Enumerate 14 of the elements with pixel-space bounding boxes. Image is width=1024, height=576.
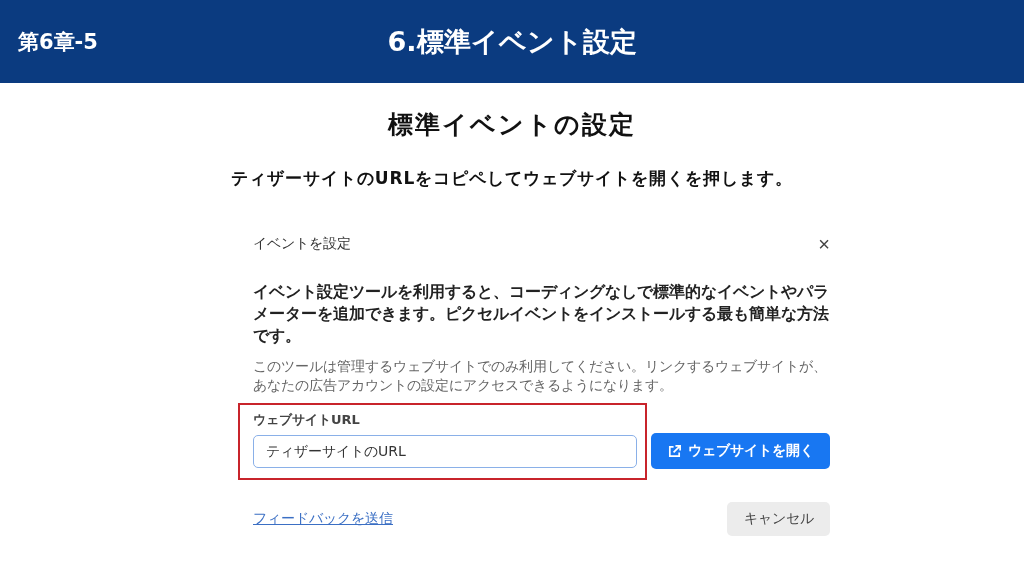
chapter-label: 第6章-5 [18, 28, 98, 56]
external-link-icon [667, 443, 683, 459]
slide-title: 6.標準イベント設定 [387, 24, 637, 59]
instruction-text: ティザーサイトのURLをコピペしてウェブサイトを開くを押します。 [229, 167, 795, 190]
url-input-field[interactable]: ティザーサイトのURL [253, 435, 638, 468]
cancel-button[interactable]: キャンセル [727, 502, 830, 536]
note-paragraph: このツールは管理するウェブサイトでのみ利用してください。リンクするウェブサイトが、あなたの広告アカウントの設定にアクセスできるようになります。 [253, 357, 828, 395]
field-label: ウェブサイトURL [253, 411, 361, 429]
feedback-link[interactable]: フィードバックを送信 [253, 510, 393, 528]
close-button[interactable]: × [818, 234, 830, 254]
intro-paragraph: イベント設定ツールを利用すると、コーディングなしで標準的なイベントやパラメーターを追加できます。ピクセルイベントをインストールする最も簡単な方法です。 [253, 281, 830, 347]
section-heading: 標準イベントの設定 [386, 109, 637, 141]
open-website-button[interactable]: ウェブサイトを開く [651, 433, 830, 469]
dialog-title: イベントを設定 [253, 235, 351, 253]
